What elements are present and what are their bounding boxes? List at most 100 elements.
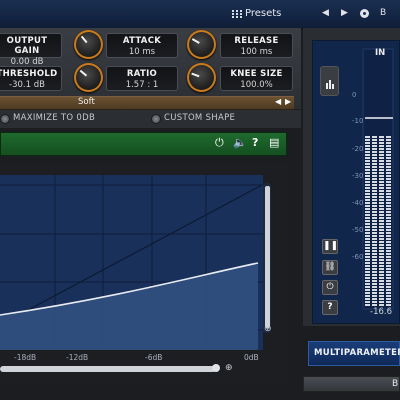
link-icon[interactable]: ⛓	[322, 260, 338, 275]
meter-segment	[372, 256, 377, 258]
meter-segment	[372, 193, 377, 195]
meter-segment	[379, 208, 384, 210]
meter-segment	[386, 256, 391, 258]
custom-shape-radio[interactable]	[151, 114, 161, 124]
meter-segment	[386, 304, 391, 306]
threshold-control[interactable]: THRESHOLD -30.1 dB	[0, 66, 62, 91]
meter-segment	[379, 268, 384, 270]
meter-in-label: IN	[375, 48, 386, 58]
meter-segment	[386, 280, 391, 282]
power-icon[interactable]: ⏻	[215, 136, 224, 150]
meter-segment	[372, 244, 377, 246]
meter-segment	[365, 205, 370, 207]
meter-bars-icon[interactable]	[320, 66, 339, 96]
speaker-icon[interactable]: 🔈	[233, 136, 247, 149]
presets-button[interactable]: Presets	[245, 8, 281, 19]
meter-segment	[372, 250, 377, 252]
attack-value[interactable]: 10 ms	[107, 47, 177, 57]
horizontal-scrollbar[interactable]	[0, 366, 216, 372]
bottom-right-label[interactable]: B	[392, 379, 398, 389]
threshold-knob[interactable]	[74, 63, 103, 92]
meter-segment	[372, 196, 377, 198]
meter-segment	[386, 259, 391, 261]
top-right-button[interactable]: B	[380, 8, 386, 18]
transfer-curve-graph[interactable]	[0, 175, 263, 350]
meter-segment	[386, 193, 391, 195]
meter-segment	[372, 208, 377, 210]
meter-segment	[386, 187, 391, 189]
meter-segment	[379, 274, 384, 276]
meter-segment	[372, 205, 377, 207]
meter-segment	[379, 247, 384, 249]
meter-segment	[379, 271, 384, 273]
knee-size-control[interactable]: KNEE SIZE 100.0%	[220, 66, 293, 91]
ratio-control[interactable]: RATIO 1.57 : 1	[106, 66, 178, 91]
threshold-value[interactable]: -30.1 dB	[0, 80, 61, 90]
meter-segment	[365, 301, 370, 303]
release-value[interactable]: 100 ms	[221, 47, 292, 57]
curve-fill	[0, 263, 258, 350]
horizontal-scroll-handle[interactable]	[212, 364, 220, 372]
meter-segment	[386, 211, 391, 213]
release-control[interactable]: RELEASE 100 ms	[220, 33, 293, 58]
meter-segment	[365, 244, 370, 246]
help-icon[interactable]: ?	[252, 136, 258, 149]
meter-segment	[372, 187, 377, 189]
help-icon[interactable]: ?	[322, 300, 338, 315]
clipboard-icon[interactable]: ▤	[269, 136, 279, 149]
meter-segment	[386, 154, 391, 156]
meter-segment	[365, 166, 370, 168]
ratio-value[interactable]: 1.57 : 1	[107, 80, 177, 90]
attack-knob[interactable]	[187, 30, 216, 59]
meter-segment	[386, 202, 391, 204]
meter-scale-label: -60	[352, 253, 364, 261]
maximize-radio[interactable]	[0, 114, 10, 124]
meter-segment	[365, 259, 370, 261]
meter-segment	[386, 151, 391, 153]
meter-segment	[365, 295, 370, 297]
meter-segment	[386, 229, 391, 231]
zoom-icon[interactable]: ⊕	[264, 324, 272, 334]
bottom-right-button[interactable]	[303, 376, 400, 392]
meter-segment	[379, 196, 384, 198]
knee-mode-selector[interactable]	[0, 96, 294, 110]
meter-segment	[386, 244, 391, 246]
grid-icon[interactable]	[232, 10, 242, 19]
maximize-label[interactable]: MAXIMIZE TO 0DB	[13, 113, 95, 123]
meter-segment	[379, 187, 384, 189]
zoom-icon[interactable]: ⊕	[225, 363, 233, 373]
meter-in-value: -16.6	[370, 307, 392, 317]
vertical-scroll-thumb[interactable]	[265, 186, 270, 328]
output-gain-label: OUTPUT GAIN	[6, 36, 48, 56]
meter-segment	[379, 166, 384, 168]
meter-segment	[372, 241, 377, 243]
custom-shape-label[interactable]: CUSTOM SHAPE	[164, 113, 235, 123]
knee-mode-prev-button[interactable]: ◀	[275, 97, 281, 106]
meter-segment	[365, 289, 370, 291]
power-icon[interactable]: ⏻	[322, 280, 338, 295]
meter-segment	[365, 274, 370, 276]
meter-segment	[372, 184, 377, 186]
next-preset-button[interactable]: ▶	[341, 8, 348, 18]
prev-preset-button[interactable]: ◀	[322, 8, 329, 18]
meter-segment	[372, 289, 377, 291]
multiparameter-label[interactable]: MULTIPARAMETER	[314, 348, 400, 358]
output-gain-control[interactable]: OUTPUT GAIN 0.00 dB	[0, 33, 62, 67]
meter-segment	[372, 136, 377, 138]
ratio-knob[interactable]	[187, 63, 216, 92]
settings-icon[interactable]	[360, 9, 369, 18]
knee-mode-next-button[interactable]: ▶	[285, 97, 291, 106]
meter-segment	[372, 199, 377, 201]
meter-segment	[372, 265, 377, 267]
meter-segment	[372, 277, 377, 279]
attack-control[interactable]: ATTACK 10 ms	[106, 33, 178, 58]
meter-segment	[386, 241, 391, 243]
knee-mode-value[interactable]: Soft	[78, 97, 95, 107]
meter-segment	[379, 301, 384, 303]
pause-icon[interactable]: ❚❚	[322, 239, 338, 254]
meter-segment	[365, 175, 370, 177]
knee-size-value[interactable]: 100.0%	[221, 80, 292, 90]
output-gain-knob[interactable]	[74, 30, 103, 59]
meter-segment	[386, 181, 391, 183]
meter-segment	[386, 268, 391, 270]
